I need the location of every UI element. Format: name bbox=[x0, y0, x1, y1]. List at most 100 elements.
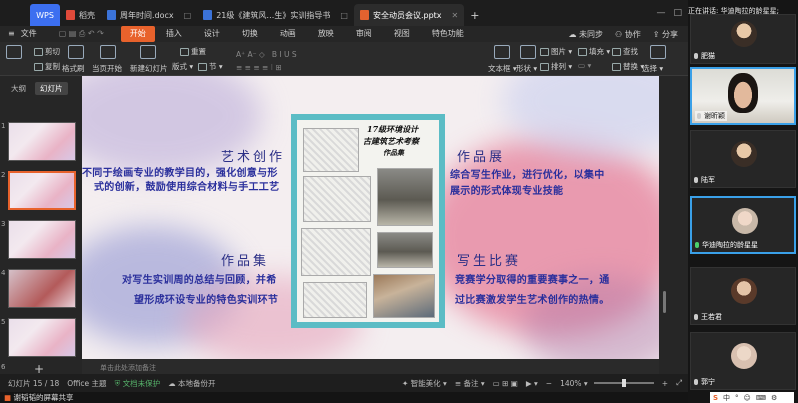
sketch-temple bbox=[377, 232, 433, 268]
font-controls[interactable]: A⁺ A⁻ ◇ B I U S bbox=[236, 50, 297, 59]
menu-insert[interactable]: 插入 bbox=[155, 26, 193, 42]
hamburger-icon[interactable]: ≡ bbox=[0, 26, 19, 42]
shape-button[interactable]: 形状 ▾ bbox=[516, 63, 537, 74]
participant-name-label: 陆军 bbox=[701, 176, 715, 184]
slide-thumbnail[interactable] bbox=[8, 122, 76, 161]
participant-tile[interactable]: 肥猫 bbox=[690, 14, 796, 64]
protect-status[interactable]: ⛨ 文档未保护 bbox=[115, 378, 161, 389]
zoom-slider-handle[interactable] bbox=[621, 379, 626, 387]
new-slide-icon[interactable] bbox=[140, 45, 156, 59]
poster-title-3: 作品集 bbox=[383, 148, 404, 157]
textbox-label: 文本框 bbox=[488, 64, 511, 73]
participant-tile[interactable]: 王若君 bbox=[690, 267, 796, 325]
cut-button[interactable]: 剪切 bbox=[34, 46, 60, 57]
zoom-slider[interactable] bbox=[593, 379, 654, 387]
maximize-icon[interactable]: □ bbox=[673, 8, 682, 18]
format-painter-icon[interactable] bbox=[68, 45, 84, 59]
ime-keyboard-icon[interactable]: ⌨ bbox=[756, 394, 766, 402]
select-button[interactable]: 选择 ▾ bbox=[642, 63, 663, 74]
zoom-in-icon[interactable]: + bbox=[662, 379, 668, 388]
tab-close-icon[interactable]: ✕ bbox=[452, 11, 459, 20]
tab-document-1[interactable]: 周年时间.docx □ bbox=[101, 4, 197, 26]
view-mode-icons[interactable]: ▭ ⊞ ▣ bbox=[493, 379, 518, 388]
arrange-label: 排列 bbox=[551, 62, 566, 71]
reset-button[interactable]: 重置 bbox=[180, 46, 206, 57]
tab-outline[interactable]: 大纲 bbox=[6, 82, 31, 95]
slide-thumbnail[interactable] bbox=[8, 220, 76, 259]
select-icon[interactable] bbox=[650, 45, 666, 59]
portfolio-poster-image[interactable]: 17级环境设计 古建筑艺术考察 作品集 bbox=[291, 114, 445, 328]
tab-slides[interactable]: 幻灯片 bbox=[35, 82, 68, 95]
word-doc-icon bbox=[107, 10, 116, 20]
participant-video-tile[interactable]: 谢昕颖 bbox=[690, 67, 796, 125]
tab-close-icon[interactable]: □ bbox=[184, 11, 192, 20]
menu-transition[interactable]: 切换 bbox=[231, 26, 269, 42]
play-button[interactable]: ▶ ▾ bbox=[526, 379, 538, 388]
menu-design[interactable]: 设计 bbox=[193, 26, 231, 42]
fill-button[interactable]: 填充 ▾ bbox=[578, 46, 610, 57]
share-button[interactable]: ⇪ 分享 bbox=[653, 29, 678, 40]
ime-punctuation-icon[interactable]: ° bbox=[735, 394, 739, 402]
new-slide-button[interactable]: 新建幻灯片 bbox=[130, 63, 168, 74]
collaborate-button[interactable]: ⚇ 协作 bbox=[615, 29, 641, 40]
vertical-scrollbar[interactable] bbox=[659, 76, 688, 374]
menu-view[interactable]: 视图 bbox=[383, 26, 421, 42]
fit-window-icon[interactable]: ⤢ bbox=[676, 378, 682, 388]
menu-file[interactable]: 文件 bbox=[19, 26, 48, 42]
slide-thumbnail[interactable] bbox=[8, 318, 76, 357]
menu-home[interactable]: 开始 bbox=[120, 26, 155, 42]
notes-area[interactable]: 单击此处添加备注 bbox=[82, 359, 659, 374]
meeting-participants-panel: 正在讲话: 华迪陶拉的龄星星; 肥猫 谢昕颖 陆军 华迪陶拉的龄星星 王若君 郭… bbox=[688, 0, 798, 403]
play-from-current-icon[interactable] bbox=[100, 45, 116, 59]
arrange-button[interactable]: 排列 ▾ bbox=[540, 61, 572, 72]
quick-access-icons[interactable]: ▢ ▤ ⎙ ↶ ↷ bbox=[48, 26, 115, 42]
replace-button[interactable]: 替换 ▾ bbox=[612, 61, 644, 72]
thumb-number: 6 bbox=[1, 363, 6, 371]
beautify-button[interactable]: ✦ 智能美化 ▾ bbox=[402, 378, 447, 389]
zoom-level[interactable]: 140% ▾ bbox=[560, 379, 588, 388]
backup-status[interactable]: ☁ 本地备份开 bbox=[168, 378, 215, 389]
menu-review[interactable]: 审阅 bbox=[345, 26, 383, 42]
input-method-bar[interactable]: S 中 ° ☺ ⌨ ⚙ bbox=[710, 392, 794, 403]
format-painter-button[interactable]: 格式刷 bbox=[62, 63, 85, 74]
new-tab-button[interactable]: + bbox=[464, 4, 485, 26]
menu-special[interactable]: 特色功能 bbox=[421, 26, 475, 42]
notes-toggle[interactable]: ≡ 备注 ▾ bbox=[455, 378, 485, 389]
tab-close-icon[interactable]: □ bbox=[340, 11, 348, 20]
ime-settings-icon[interactable]: ⚙ bbox=[771, 394, 777, 402]
menu-slideshow[interactable]: 放映 bbox=[307, 26, 345, 42]
textbox-button[interactable]: 文本框 ▾ bbox=[488, 63, 517, 74]
paste-icon[interactable] bbox=[6, 45, 22, 59]
section-button[interactable]: 节 ▾ bbox=[198, 61, 223, 72]
unsynced-button[interactable]: ☁ 未同步 bbox=[568, 29, 603, 40]
textbox-icon[interactable] bbox=[494, 45, 510, 59]
ime-emoji-icon[interactable]: ☺ bbox=[744, 394, 751, 402]
shape-icon[interactable] bbox=[520, 45, 536, 59]
scroll-thumb[interactable] bbox=[663, 291, 666, 313]
outline-button[interactable]: ▭ ▾ bbox=[578, 61, 591, 70]
paragraph-controls[interactable]: ≡ ≡ ≡ ≡ ⁝ ⊞ bbox=[236, 63, 282, 72]
menu-animation[interactable]: 动画 bbox=[269, 26, 307, 42]
minimize-icon[interactable]: — bbox=[656, 8, 665, 18]
participant-tile-speaking[interactable]: 华迪陶拉的龄星星 bbox=[690, 196, 796, 254]
tab-wps-home[interactable]: WPS bbox=[30, 4, 60, 26]
picture-button[interactable]: 图片 ▾ bbox=[540, 46, 572, 57]
backup-label: 本地备份开 bbox=[177, 378, 216, 388]
slide-thumbnail-selected[interactable] bbox=[8, 171, 76, 210]
heading-exhibition: 作品展 bbox=[457, 150, 506, 165]
slide-canvas[interactable]: 艺术创作 不同于绘画专业的教学目的，强化创意与形 式的创新，鼓励使用综合材料与手… bbox=[82, 76, 659, 359]
tab-docer[interactable]: 稻壳 bbox=[60, 4, 101, 26]
ime-language[interactable]: 中 bbox=[723, 393, 730, 403]
mic-icon bbox=[694, 177, 698, 183]
slide-thumbnail[interactable] bbox=[8, 269, 76, 308]
play-from-current-button[interactable]: 当页开始 bbox=[92, 63, 122, 74]
tab-presentation[interactable]: 安全动员会议.pptx ✕ bbox=[353, 4, 465, 26]
zoom-out-icon[interactable]: − bbox=[546, 379, 552, 388]
participant-tile[interactable]: 郭宁 bbox=[690, 332, 796, 390]
participant-tile[interactable]: 陆军 bbox=[690, 130, 796, 188]
picture-icon bbox=[540, 48, 549, 56]
copy-button[interactable]: 复制 bbox=[34, 61, 60, 72]
layout-button[interactable]: 版式 ▾ bbox=[172, 61, 193, 72]
tab-document-2[interactable]: 21级《建筑风…生》实训指导书 □ bbox=[197, 4, 354, 26]
find-button[interactable]: 查找 bbox=[612, 46, 638, 57]
